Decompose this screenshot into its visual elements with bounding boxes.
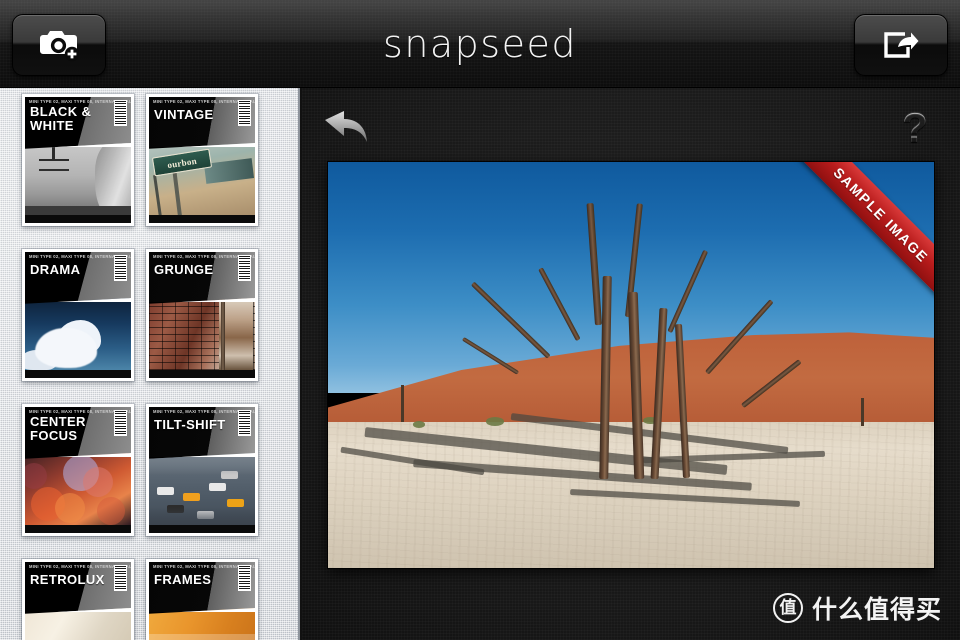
- top-toolbar: snapseed: [0, 0, 960, 88]
- filter-card-tilt-shift[interactable]: MINI TYPE 02, MAXI TYPE 08, INTERNATIONA…: [146, 404, 258, 536]
- watermark-text: 什么值得买: [811, 595, 942, 624]
- filter-name: VINTAGE: [154, 107, 214, 122]
- barcode-icon: [238, 410, 251, 436]
- filter-name: BLACK & WHITE: [30, 104, 92, 133]
- photo-canvas[interactable]: SAMPLE IMAGE: [328, 162, 934, 568]
- filter-name: GRUNGE: [154, 262, 214, 277]
- filter-row: MINI TYPE 02, MAXI TYPE 08, INTERNATIONA…: [0, 94, 298, 226]
- share-button[interactable]: [854, 14, 948, 76]
- share-export-icon: [879, 28, 923, 62]
- barcode-icon: [114, 255, 127, 281]
- filter-thumbnail: [149, 453, 255, 525]
- filter-card-center-focus[interactable]: MINI TYPE 02, MAXI TYPE 08, INTERNATIONA…: [22, 404, 134, 536]
- barcode-icon: [114, 565, 127, 591]
- sample-photo: [328, 162, 934, 568]
- back-arrow-icon: [322, 111, 380, 158]
- filter-thumbnail: [25, 608, 131, 640]
- camera-add-button[interactable]: [12, 14, 106, 76]
- filter-row: MINI TYPE 02, MAXI TYPE 08, INTERNATIONA…: [0, 559, 298, 640]
- filter-sidebar[interactable]: MINI TYPE 02, MAXI TYPE 08, INTERNATIONA…: [0, 88, 300, 640]
- image-workspace: ? SAMPLE IMAGE 值 什么值得买: [302, 88, 960, 640]
- filter-card-vintage[interactable]: MINI TYPE 02, MAXI TYPE 08, INTERNATIONA…: [146, 94, 258, 226]
- filter-row: MINI TYPE 02, MAXI TYPE 08, INTERNATIONA…: [0, 249, 298, 381]
- watermark: 值 什么值得买: [772, 590, 942, 626]
- filter-name: CENTER FOCUS: [30, 414, 86, 443]
- back-button[interactable]: [322, 102, 380, 154]
- barcode-icon: [114, 100, 127, 126]
- barcode-icon: [238, 565, 251, 591]
- filter-thumbnail: [25, 143, 131, 215]
- barcode-icon: [238, 255, 251, 281]
- filter-thumbnail: [149, 608, 255, 640]
- filter-card-frames[interactable]: MINI TYPE 02, MAXI TYPE 08, INTERNATIONA…: [146, 559, 258, 640]
- filter-row: MINI TYPE 02, MAXI TYPE 08, INTERNATIONA…: [0, 404, 298, 536]
- app-title: snapseed: [383, 22, 577, 66]
- help-button[interactable]: ?: [892, 102, 938, 154]
- filter-name: FRAMES: [154, 572, 212, 587]
- filter-name: DRAMA: [30, 262, 81, 277]
- filter-name: RETROLUX: [30, 572, 105, 587]
- barcode-icon: [238, 100, 251, 126]
- camera-plus-icon: [37, 28, 81, 62]
- filter-thumbnail: [149, 298, 255, 370]
- filter-thumbnail: [25, 298, 131, 370]
- filter-card-drama[interactable]: MINI TYPE 02, MAXI TYPE 08, INTERNATIONA…: [22, 249, 134, 381]
- filter-card-retrolux[interactable]: MINI TYPE 02, MAXI TYPE 08, INTERNATIONA…: [22, 559, 134, 640]
- snapseed-app-window: snapseed MINI TYPE 02, MAXI TYPE 08, INT…: [0, 0, 960, 640]
- filter-thumbnail: [25, 453, 131, 525]
- filter-grid: MINI TYPE 02, MAXI TYPE 08, INTERNATIONA…: [0, 88, 298, 640]
- smzdm-logo-icon: 值: [772, 593, 803, 623]
- barcode-icon: [114, 410, 127, 436]
- filter-name: TILT-SHIFT: [154, 417, 226, 432]
- filter-card-black-and-white[interactable]: MINI TYPE 02, MAXI TYPE 08, INTERNATIONA…: [22, 94, 134, 226]
- filter-thumbnail: ourbon: [149, 143, 255, 215]
- filter-card-grunge[interactable]: MINI TYPE 02, MAXI TYPE 08, INTERNATIONA…: [146, 249, 258, 381]
